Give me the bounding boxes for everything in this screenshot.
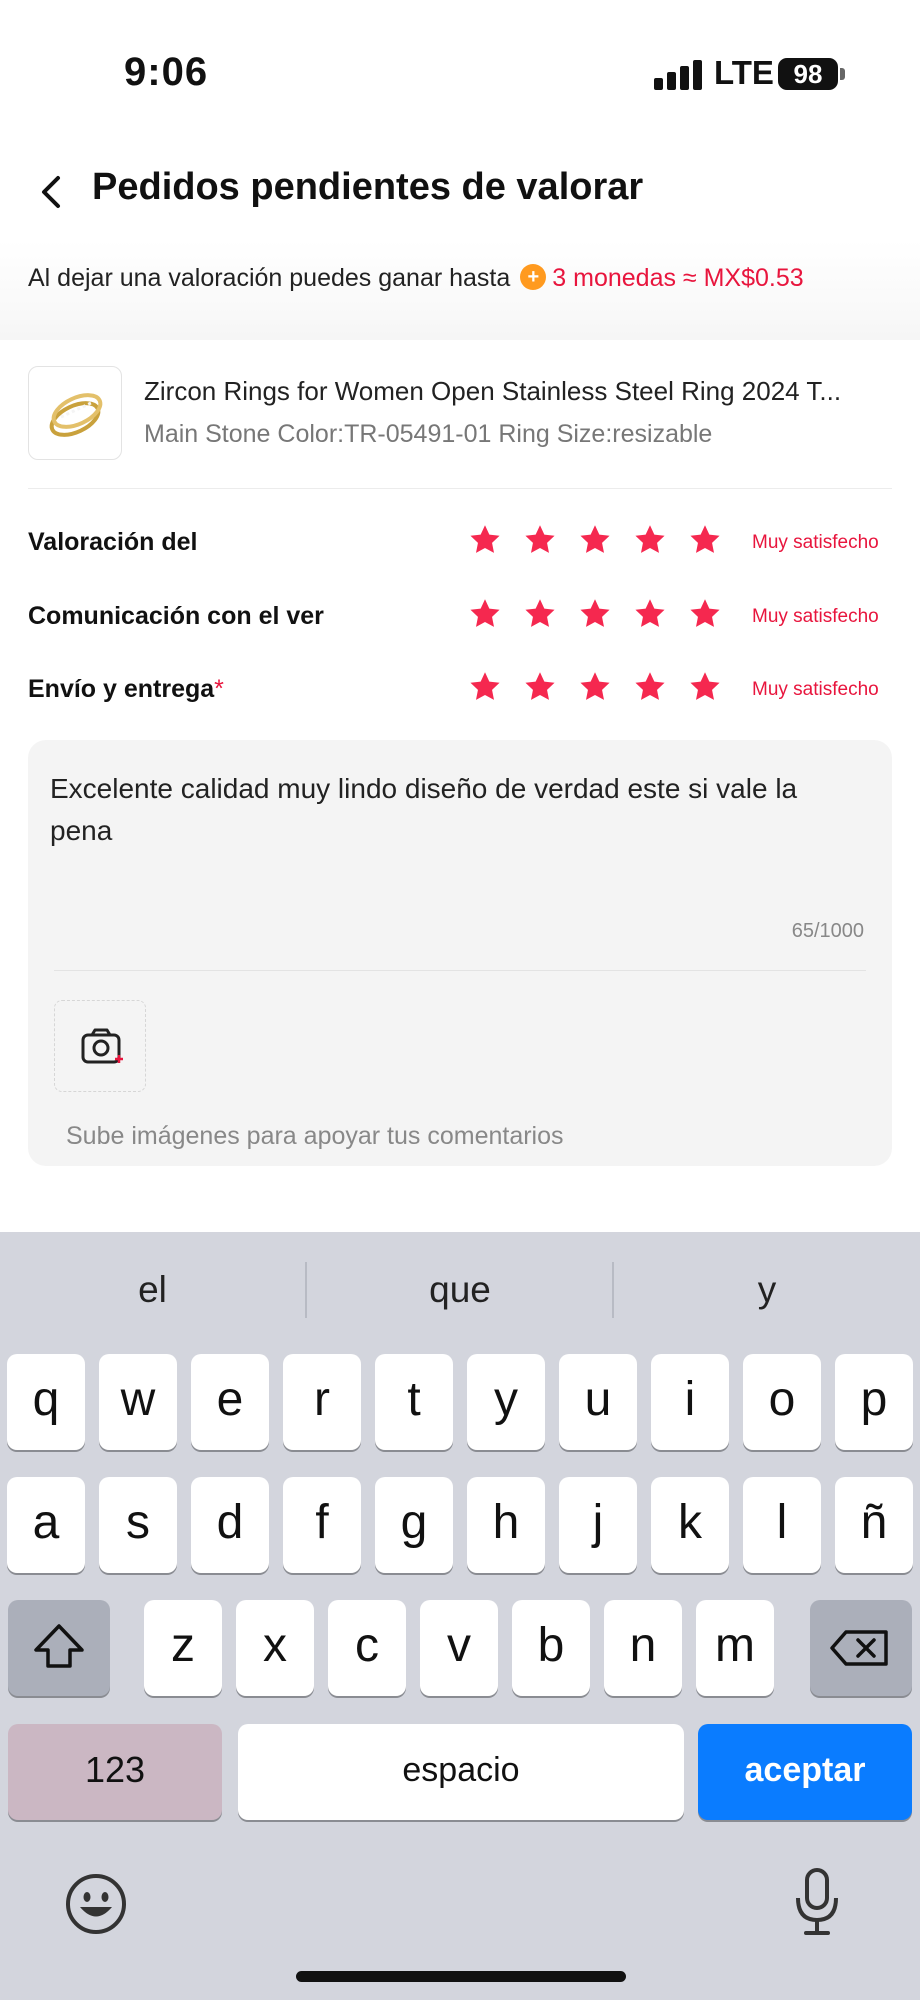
key-y[interactable]: y	[467, 1354, 545, 1450]
key-j[interactable]: j	[559, 1477, 637, 1573]
coin-icon	[520, 264, 547, 290]
page-title: Pedidos pendientes de valorar	[92, 166, 644, 208]
comment-box: Excelente calidad muy lindo diseño de ve…	[28, 740, 892, 1166]
key-b[interactable]: b	[512, 1600, 590, 1696]
product-variant: Main Stone Color:TR-05491-01 Ring Size:r…	[144, 420, 713, 448]
star-icon[interactable]	[576, 596, 614, 632]
rating-text: Muy satisfecho	[752, 532, 879, 553]
key-e[interactable]: e	[191, 1354, 269, 1450]
space-key[interactable]: espacio	[238, 1724, 684, 1820]
microphone-icon[interactable]	[792, 1866, 842, 1938]
star-icon[interactable]	[576, 669, 614, 705]
key-u[interactable]: u	[559, 1354, 637, 1450]
comment-textarea[interactable]: Excelente calidad muy lindo diseño de ve…	[50, 768, 850, 852]
required-asterisk: *	[214, 675, 224, 703]
status-bar: 9:06 LTE 98	[0, 0, 920, 130]
key-q[interactable]: q	[7, 1354, 85, 1450]
key-l[interactable]: l	[743, 1477, 821, 1573]
key-c[interactable]: c	[328, 1600, 406, 1696]
star-icon[interactable]	[466, 669, 504, 705]
shift-icon	[34, 1624, 84, 1668]
network-label: LTE	[714, 54, 774, 91]
rating-label: Valoración del	[28, 528, 198, 556]
key-ñ[interactable]: ñ	[835, 1477, 913, 1573]
star-icon[interactable]	[521, 669, 559, 705]
signal-icon	[654, 60, 702, 90]
delete-key[interactable]	[810, 1600, 912, 1696]
key-i[interactable]: i	[651, 1354, 729, 1450]
divider	[28, 488, 892, 489]
star-icon[interactable]	[631, 669, 669, 705]
numbers-key[interactable]: 123	[8, 1724, 222, 1820]
upload-hint: Sube imágenes para apoyar tus comentario…	[66, 1122, 564, 1150]
shift-key[interactable]	[8, 1600, 110, 1696]
home-indicator	[296, 1971, 626, 1982]
suggestion-3[interactable]: y	[614, 1250, 920, 1330]
key-s[interactable]: s	[99, 1477, 177, 1573]
star-icon[interactable]	[521, 522, 559, 558]
upload-image-button[interactable]	[54, 1000, 146, 1092]
star-icon[interactable]	[631, 596, 669, 632]
rating-label: Comunicación con el ver	[28, 602, 324, 630]
rating-row-shipping: Envío y entrega* Muy satisfecho	[28, 665, 892, 715]
key-x[interactable]: x	[236, 1600, 314, 1696]
banner-text: Al dejar una valoración puedes ganar has…	[28, 264, 511, 292]
emoji-icon[interactable]	[64, 1872, 128, 1936]
rating-text: Muy satisfecho	[752, 679, 879, 700]
rating-text: Muy satisfecho	[752, 606, 879, 627]
product-title[interactable]: Zircon Rings for Women Open Stainless St…	[144, 376, 894, 407]
rating-row-communication: Comunicación con el ver Muy satisfecho	[28, 592, 892, 642]
battery-tip	[840, 68, 845, 80]
banner-text-line: Al dejar una valoración puedes ganar has…	[28, 264, 804, 293]
key-w[interactable]: w	[99, 1354, 177, 1450]
key-t[interactable]: t	[375, 1354, 453, 1450]
camera-plus-icon	[81, 1028, 123, 1064]
star-icon[interactable]	[686, 596, 724, 632]
key-g[interactable]: g	[375, 1477, 453, 1573]
star-icon[interactable]	[466, 522, 504, 558]
product-item: Zircon Rings for Women Open Stainless St…	[28, 366, 892, 462]
suggestion-1[interactable]: el	[0, 1250, 305, 1330]
divider	[54, 970, 866, 971]
battery-icon: 98	[778, 58, 838, 90]
rating-label: Envío y entrega*	[28, 675, 224, 703]
star-icon[interactable]	[686, 669, 724, 705]
key-n[interactable]: n	[604, 1600, 682, 1696]
star-icon[interactable]	[521, 596, 559, 632]
star-icon[interactable]	[686, 522, 724, 558]
coins-amount: 3 monedas ≈ MX$0.53	[552, 264, 804, 292]
character-counter: 65/1000	[791, 920, 864, 942]
key-m[interactable]: m	[696, 1600, 774, 1696]
key-h[interactable]: h	[467, 1477, 545, 1573]
star-icon[interactable]	[576, 522, 614, 558]
suggestion-2[interactable]: que	[307, 1250, 613, 1330]
key-r[interactable]: r	[283, 1354, 361, 1450]
star-icon[interactable]	[466, 596, 504, 632]
key-z[interactable]: z	[144, 1600, 222, 1696]
key-v[interactable]: v	[420, 1600, 498, 1696]
key-a[interactable]: a	[7, 1477, 85, 1573]
keyboard: el que y 123 espacio aceptar qwertyuiopa…	[0, 1232, 920, 2000]
back-arrow-icon[interactable]	[36, 172, 68, 212]
rating-row-product: Valoración del Muy satisfecho	[28, 518, 892, 568]
return-key[interactable]: aceptar	[698, 1724, 912, 1820]
key-k[interactable]: k	[651, 1477, 729, 1573]
key-d[interactable]: d	[191, 1477, 269, 1573]
key-o[interactable]: o	[743, 1354, 821, 1450]
ring-image-icon	[49, 393, 103, 437]
coins-banner: Al dejar una valoración puedes ganar has…	[0, 240, 920, 340]
key-p[interactable]: p	[835, 1354, 913, 1450]
nav-header: Pedidos pendientes de valorar	[0, 150, 920, 230]
status-time: 9:06	[124, 50, 209, 94]
product-thumbnail	[28, 366, 122, 460]
star-icon[interactable]	[631, 522, 669, 558]
backspace-icon	[830, 1630, 888, 1666]
key-f[interactable]: f	[283, 1477, 361, 1573]
